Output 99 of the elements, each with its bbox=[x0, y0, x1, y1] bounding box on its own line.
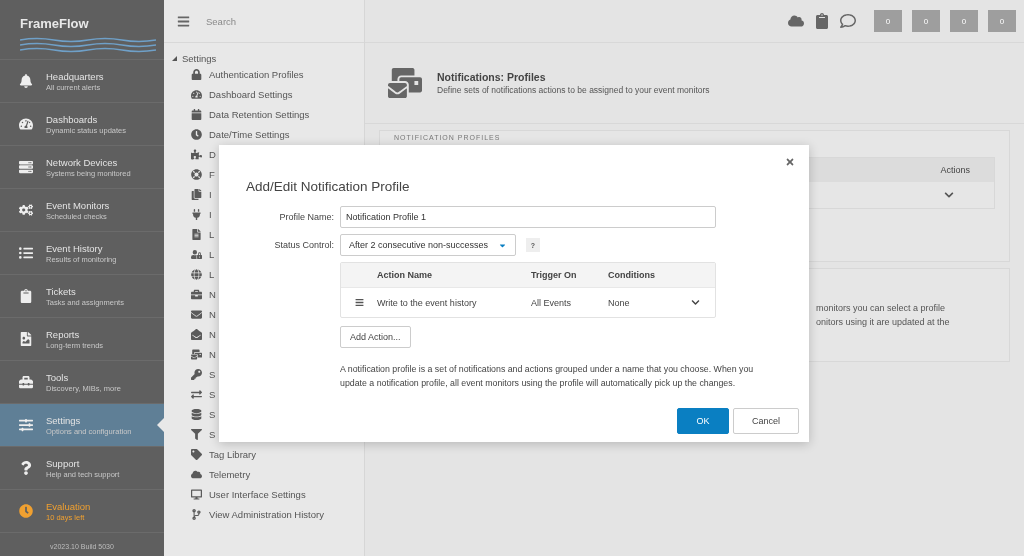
settings-link[interactable]: N bbox=[209, 348, 216, 360]
branch-icon bbox=[190, 508, 202, 520]
ok-button[interactable]: OK bbox=[677, 408, 729, 434]
puzzle-icon bbox=[190, 148, 202, 160]
globe-icon bbox=[190, 268, 202, 280]
mail-stack-icon bbox=[190, 348, 202, 360]
nav-title: Reports bbox=[46, 328, 81, 340]
brand-name: FrameFlow bbox=[20, 16, 90, 31]
clipboard-icon bbox=[18, 289, 34, 303]
nav-title: Headquarters bbox=[46, 70, 104, 82]
settings-link[interactable]: F bbox=[209, 168, 215, 180]
settings-link[interactable]: S bbox=[209, 428, 216, 440]
nav-title: Event History bbox=[46, 242, 104, 254]
gears-icon bbox=[18, 203, 34, 217]
column-header: Trigger On bbox=[531, 270, 578, 280]
open-envelope-icon bbox=[190, 328, 202, 340]
briefcase-icon bbox=[190, 288, 202, 300]
cloud-icon bbox=[190, 468, 202, 480]
page-description: Define sets of notifications actions to be assigned to your event monitors bbox=[437, 85, 710, 95]
monitor-icon bbox=[190, 488, 202, 500]
settings-link[interactable]: Date/Time Settings bbox=[209, 128, 290, 140]
sliders-icon bbox=[18, 418, 34, 432]
settings-link[interactable]: S bbox=[209, 408, 216, 420]
clipboard-icon[interactable] bbox=[814, 13, 830, 29]
info-text: onitors using it are updated at the bbox=[816, 316, 951, 329]
toolbox-icon bbox=[18, 375, 34, 389]
settings-link[interactable]: I bbox=[209, 188, 212, 200]
settings-link[interactable]: N bbox=[209, 328, 216, 340]
report-icon bbox=[18, 332, 34, 346]
clock-icon bbox=[190, 128, 202, 140]
settings-link[interactable]: L bbox=[209, 228, 215, 240]
info-text: monitors you can select a profile bbox=[816, 302, 947, 315]
settings-link[interactable]: Data Retention Settings bbox=[209, 108, 310, 120]
filter-icon bbox=[190, 428, 202, 440]
settings-link[interactable]: N bbox=[209, 288, 216, 300]
profile-name-field[interactable]: Notification Profile 1 bbox=[340, 206, 716, 228]
cancel-button[interactable]: Cancel bbox=[733, 408, 799, 434]
column-header: Actions bbox=[940, 165, 970, 175]
settings-link[interactable]: User Interface Settings bbox=[209, 488, 306, 500]
status-dropdown[interactable]: After 2 consecutive non-successes bbox=[340, 234, 516, 256]
chevron-icon[interactable] bbox=[944, 190, 954, 200]
nav-title: Event Monitors bbox=[46, 199, 110, 211]
settings-link[interactable]: I bbox=[209, 208, 212, 220]
settings-link[interactable]: Telemetry bbox=[209, 468, 251, 480]
nav-title: Tools bbox=[46, 371, 70, 383]
settings-link[interactable]: L bbox=[209, 268, 215, 280]
nav-title: Dashboards bbox=[46, 113, 99, 125]
settings-link[interactable]: Dashboard Settings bbox=[209, 88, 293, 100]
add-action-button[interactable]: Add Action... bbox=[340, 326, 411, 348]
database-icon bbox=[190, 408, 202, 420]
key-icon bbox=[190, 368, 202, 380]
settings-link[interactable]: L bbox=[209, 248, 215, 260]
dialog-description: A notification profile is a set of notifications and actions grouped under a name that you choose. When you update a notification profile, all event monitors using the profile will automatically pick up the changes. bbox=[340, 363, 755, 390]
life-ring-icon bbox=[190, 168, 202, 180]
bell-icon bbox=[18, 74, 34, 88]
tree-label[interactable]: Settings bbox=[182, 53, 217, 64]
envelope-icon bbox=[190, 308, 202, 320]
nav-title: Tickets bbox=[46, 285, 77, 297]
cloud-icon[interactable] bbox=[788, 13, 804, 29]
gauge-icon bbox=[18, 117, 34, 131]
close-icon[interactable] bbox=[785, 157, 795, 167]
settings-link[interactable]: Authentication Profiles bbox=[209, 68, 304, 80]
chat-icon[interactable] bbox=[840, 13, 856, 29]
column-header: Action Name bbox=[377, 270, 433, 280]
settings-link[interactable]: S bbox=[209, 368, 216, 380]
waves-icon bbox=[20, 37, 156, 55]
server-icon bbox=[18, 160, 34, 174]
table-cell-text: All Events bbox=[531, 297, 573, 308]
field-label: Profile Name: bbox=[278, 212, 334, 222]
user-lock-icon bbox=[190, 248, 202, 260]
nav-title: Network Devices bbox=[46, 156, 119, 168]
clock-icon bbox=[18, 504, 34, 518]
list-icon bbox=[18, 246, 34, 260]
nav-title: Settings bbox=[46, 414, 82, 426]
settings-link[interactable]: D bbox=[209, 148, 216, 160]
plug-icon bbox=[190, 208, 202, 220]
gauge-icon bbox=[190, 88, 202, 100]
settings-link[interactable]: View Administration History bbox=[209, 508, 324, 520]
expand-arrow-icon[interactable] bbox=[172, 56, 177, 61]
menu-icon[interactable] bbox=[176, 14, 190, 28]
settings-link[interactable]: Tag Library bbox=[209, 448, 256, 460]
copy-icon bbox=[190, 188, 202, 200]
settings-link[interactable]: N bbox=[209, 308, 216, 320]
table-cell-text: None bbox=[608, 297, 631, 308]
nav-title: Evaluation bbox=[46, 500, 91, 512]
settings-link[interactable]: S bbox=[209, 388, 216, 400]
page-title: Notifications: Profiles bbox=[437, 71, 547, 83]
search-field[interactable]: Search bbox=[204, 14, 348, 28]
field-label: Status Control: bbox=[273, 240, 334, 250]
calendar-icon bbox=[190, 108, 202, 120]
column-header: Conditions bbox=[608, 270, 656, 280]
lock-icon bbox=[190, 68, 202, 80]
tag-icon bbox=[190, 448, 202, 460]
file-icon bbox=[190, 228, 202, 240]
arrows-icon bbox=[190, 388, 202, 400]
nav-title: Support bbox=[46, 457, 81, 469]
table-cell-text: Write to the event history bbox=[377, 297, 478, 308]
dialog-title: Add/Edit Notification Profile bbox=[246, 179, 411, 194]
mail-stack-icon bbox=[387, 66, 423, 100]
